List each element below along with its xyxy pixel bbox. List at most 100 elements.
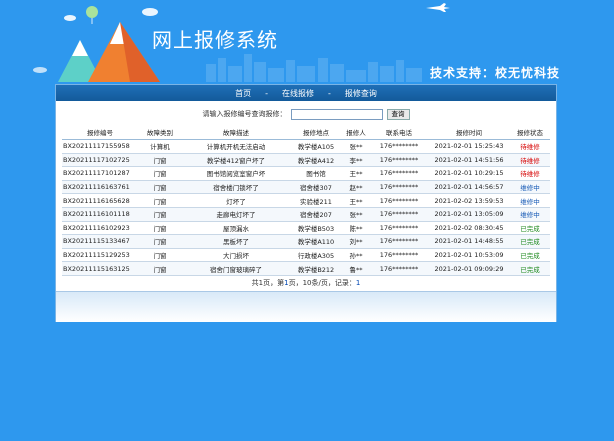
table-row: BX20211117102725 门窗 教学楼412窗户坏了 教学楼A412 李** 17… [62,153,550,168]
table-cell: 176******** [370,180,428,195]
table-cell: 176******** [370,166,428,181]
nav-separator: - [328,88,331,98]
table-cell: 赵** [342,180,370,195]
nav-separator: - [265,88,268,98]
table-cell: 176******** [370,261,428,276]
nav-home[interactable]: 首页 [235,88,251,99]
column-header: 报修时间 [428,125,510,140]
table-cell: 图书馆阅览室窗户坏 [182,166,290,181]
table-cell: 门窗 [138,261,182,276]
table-cell: 2021-02-02 08:30:45 [428,221,510,236]
table-cell: 孙** [342,248,370,263]
table-cell: 2021-02-01 14:51:56 [428,153,510,168]
table-cell: 计算机开机无法启动 [182,139,290,154]
table-row: BX20211115133467 门窗 黑板坏了 教学楼A110 刘** 176*****… [62,234,550,249]
table-row: BX20211117101287 门窗 图书馆阅览室窗户坏 图书馆 王** 176****… [62,166,550,181]
repair-id-link[interactable]: BX20211116101118 [62,207,138,222]
table-cell: 176******** [370,153,428,168]
status-cell: 待维修 [510,166,550,181]
table-cell: 门窗 [138,248,182,263]
column-header: 联系电话 [370,125,428,140]
repair-id-link[interactable]: BX20211115133467 [62,234,138,249]
balloon-icon [86,6,98,18]
table-cell: 宿舍楼门锁坏了 [182,180,290,195]
table-cell: 门窗 [138,166,182,181]
table-cell: 2021-02-01 10:29:15 [428,166,510,181]
support-text: 技术支持：校无忧科技 [430,66,561,80]
airplane-icon [426,3,450,12]
table-row: BX20211115163125 门窗 宿舍门窗玻璃碎了 教学楼B212 鲁** 176*… [62,261,550,276]
main-panel: 首页 - 在线报修 - 报修查询 请输入报修编号查询报修： 查询 报修编号 故障… [55,84,557,322]
column-header: 故障类别 [138,125,182,140]
table-cell: 教学楼A105 [290,139,342,154]
table-cell: 宿舍楼307 [290,180,342,195]
table-cell: 计算机 [138,139,182,154]
footer-strip [56,291,556,322]
status-cell: 已完成 [510,261,550,276]
table-cell: 刘** [342,234,370,249]
table-cell: 李** [342,153,370,168]
table-cell: 门窗 [138,193,182,208]
repair-id-link[interactable]: BX20211117155958 [62,139,138,154]
table-cell: 教学楼B503 [290,221,342,236]
main-nav: 首页 - 在线报修 - 报修查询 [56,85,556,101]
pagination: 共1页，第1页，10条/页，记录：1 [56,278,556,288]
table-cell: 门窗 [138,221,182,236]
table-cell: 教学楼A412 [290,153,342,168]
table-cell: 王** [342,166,370,181]
table-cell: 图书馆 [290,166,342,181]
table-cell: 门窗 [138,153,182,168]
table-cell: 灯坏了 [182,193,290,208]
repair-id-link[interactable]: BX20211116163761 [62,180,138,195]
status-cell: 维修中 [510,180,550,195]
status-cell: 维修中 [510,193,550,208]
column-header: 报修状态 [510,125,550,140]
repair-id-link[interactable]: BX20211115129253 [62,248,138,263]
table-row: BX20211117155958 计算机 计算机开机无法启动 教学楼A105 张** 17… [62,139,550,154]
pager-prefix: 共1页，第 [251,279,285,287]
repair-table: 报修编号 故障类别 故障描述 报修地点 报修人 联系电话 报修时间 报修状态 B… [62,125,550,276]
repair-id-link[interactable]: BX20211116102923 [62,221,138,236]
table-cell: 2021-02-01 10:53:09 [428,248,510,263]
column-header: 报修地点 [290,125,342,140]
table-cell: 陈** [342,221,370,236]
pager-mid: 页，10条/页，记录： [288,279,356,287]
nav-online-repair[interactable]: 在线报修 [282,88,314,99]
column-header: 报修编号 [62,125,138,140]
table-cell: 门窗 [138,234,182,249]
table-cell: 黑板坏了 [182,234,290,249]
table-body: BX20211117155958 计算机 计算机开机无法启动 教学楼A105 张** 17… [62,139,550,276]
table-cell: 2021-02-01 14:56:57 [428,180,510,195]
table-cell: 教学楼412窗户坏了 [182,153,290,168]
status-cell: 维修中 [510,207,550,222]
table-cell: 门窗 [138,180,182,195]
table-row: BX20211116165628 门窗 灯坏了 实验楼211 王** 176*******… [62,193,550,208]
table-row: BX20211116163761 门窗 宿舍楼门锁坏了 宿舍楼307 赵** 176***… [62,180,550,195]
table-cell: 宿舍楼207 [290,207,342,222]
table-cell: 176******** [370,234,428,249]
table-cell: 2021-02-01 15:25:43 [428,139,510,154]
table-cell: 176******** [370,193,428,208]
search-button[interactable]: 查询 [386,108,410,120]
table-cell: 2021-02-01 14:48:55 [428,234,510,249]
table-header-row: 报修编号 故障类别 故障描述 报修地点 报修人 联系电话 报修时间 报修状态 [62,125,550,140]
search-input[interactable] [290,108,383,120]
repair-id-link[interactable]: BX20211115163125 [62,261,138,276]
repair-id-link[interactable]: BX20211117101287 [62,166,138,181]
table-cell: 2021-02-02 13:59:53 [428,193,510,208]
search-bar: 请输入报修编号查询报修： 查询 [56,107,556,121]
nav-repair-query[interactable]: 报修查询 [345,88,377,99]
table-cell: 教学楼A110 [290,234,342,249]
status-cell: 待维修 [510,153,550,168]
column-header: 报修人 [342,125,370,140]
table-cell: 176******** [370,221,428,236]
repair-id-link[interactable]: BX20211117102725 [62,153,138,168]
repair-id-link[interactable]: BX20211116165628 [62,193,138,208]
pager-total: 1 [355,279,361,287]
table-cell: 屋顶漏水 [182,221,290,236]
table-cell: 176******** [370,139,428,154]
column-header: 故障描述 [182,125,290,140]
table-row: BX20211116101118 门窗 走廊电灯坏了 宿舍楼207 张** 176****… [62,207,550,222]
table-cell: 2021-02-01 13:05:09 [428,207,510,222]
site-title: 网上报修系统 [152,28,278,52]
